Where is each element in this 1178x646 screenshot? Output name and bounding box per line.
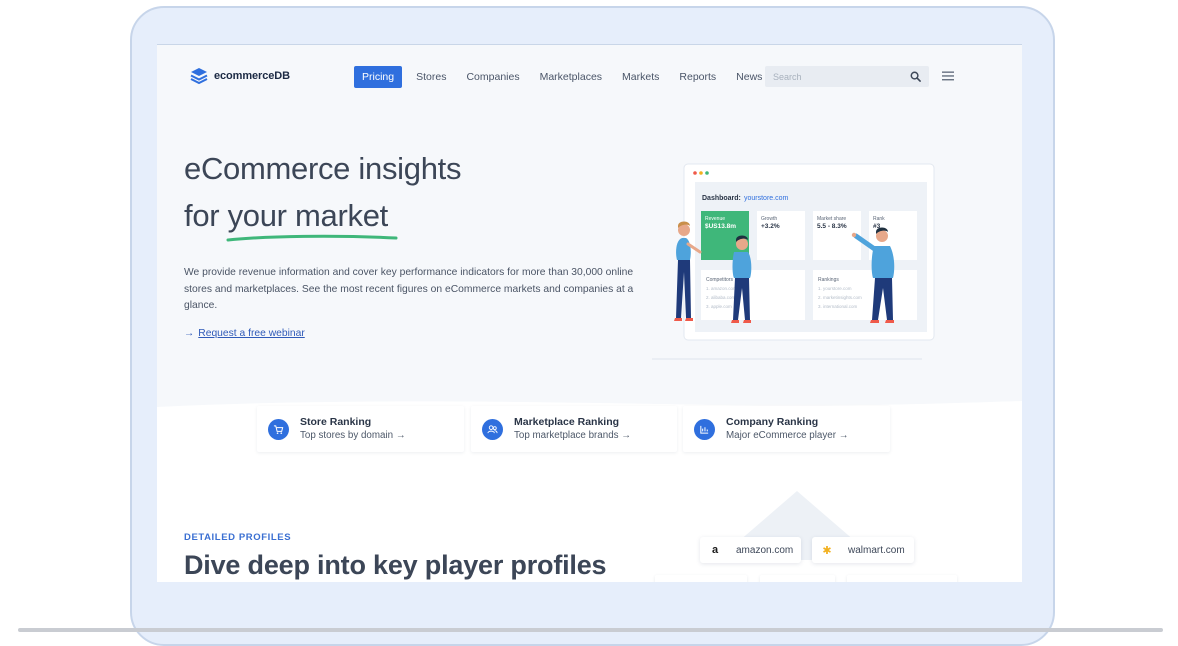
request-webinar-label: Request a free webinar — [198, 328, 305, 339]
dashboard-domain: yourstore.com — [744, 195, 789, 202]
browser-screen: ecommerceDB Pricing Stores Companies Mar… — [157, 44, 1022, 582]
marketplace-ranking-subtitle: Top marketplace brands → — [514, 430, 632, 441]
dashboard-illustration: Dashboard: yourstore.com Revenue $US13.8… — [652, 163, 935, 360]
window-dot-green-icon — [705, 171, 709, 175]
store-ranking-card[interactable]: Store Ranking Top stores by domain → — [257, 406, 464, 452]
brush-underline-icon — [226, 234, 398, 242]
company-ranking-title: Company Ranking — [726, 416, 819, 428]
walmart-logo-icon: ✱ — [822, 544, 832, 557]
window-dot-red-icon — [693, 171, 697, 175]
ecommercedb-logo-icon — [190, 68, 208, 85]
company-ranking-subtitle: Major eCommerce player → — [726, 430, 849, 441]
competitors-label: Competitors — [706, 277, 733, 283]
nav-marketplaces[interactable]: Marketplaces — [540, 71, 602, 83]
dashboard-label: Dashboard: — [702, 195, 741, 202]
request-webinar-link[interactable]: → Request a free webinar — [184, 328, 305, 339]
top-navbar: ecommerceDB Pricing Stores Companies Mar… — [157, 45, 1022, 109]
hero-title-line1: eCommerce insights — [184, 151, 462, 186]
nav-news[interactable]: News — [736, 71, 762, 83]
profile-pill-partial — [847, 575, 957, 582]
ranking-row: 3. international.com — [818, 304, 858, 309]
cart-icon — [268, 418, 289, 440]
window-dot-yellow-icon — [699, 171, 703, 175]
section-title: Dive deep into key player profiles — [184, 550, 607, 580]
users-icon — [482, 418, 503, 440]
profile-pill-partial — [655, 575, 747, 582]
hero-title: eCommerce insights for your market — [184, 145, 462, 242]
search-input[interactable] — [773, 71, 903, 82]
profile-pill-partial — [760, 575, 835, 582]
kpi-revenue-value: $US13.8m — [705, 223, 736, 230]
hamburger-menu-icon[interactable] — [942, 71, 954, 81]
search-icon[interactable] — [910, 71, 921, 82]
kpi-growth-label: Growth — [761, 216, 777, 222]
kpi-market-share-label: Market share — [817, 216, 846, 222]
rankings-label: Rankings — [818, 277, 839, 283]
competitor-row: 2. alibaba.com — [706, 295, 736, 300]
kpi-rank-label: Rank — [873, 216, 885, 222]
nav-links: Pricing Stores Companies Marketplaces Ma… — [354, 66, 782, 88]
marketplace-ranking-card[interactable]: Marketplace Ranking Top marketplace bran… — [471, 406, 677, 452]
ranking-row: 1. yourstore.com — [818, 286, 852, 291]
store-ranking-subtitle: Top stores by domain → — [300, 430, 406, 441]
nav-markets[interactable]: Markets — [622, 71, 659, 83]
hero-title-line2-prefix: for — [184, 198, 228, 233]
nav-stores[interactable]: Stores — [416, 71, 446, 83]
search-box — [765, 66, 929, 87]
ranking-row: 2. marketinsights.com — [818, 295, 862, 300]
kpi-growth-value: +3.2% — [761, 223, 780, 230]
kpi-revenue-label: Revenue — [705, 216, 725, 222]
arrow-right-icon: → — [184, 328, 195, 339]
amazon-profile-pill[interactable]: a amazon.com — [700, 537, 801, 563]
store-ranking-title: Store Ranking — [300, 416, 372, 428]
chart-icon — [694, 418, 715, 440]
kpi-market-share-value: 5.5 - 8.3% — [817, 223, 847, 230]
nav-pricing[interactable]: Pricing — [354, 66, 403, 88]
competitor-row: 1. amazon.com — [706, 286, 737, 291]
brand-logo[interactable]: ecommerceDB — [190, 67, 290, 85]
hero-highlight-text: your market — [227, 198, 389, 233]
section-kicker: DETAILED PROFILES — [184, 532, 292, 543]
company-ranking-card[interactable]: Company Ranking Major eCommerce player → — [683, 406, 890, 452]
competitor-row: 3. apple.com — [706, 304, 732, 309]
brand-name: ecommerceDB — [214, 70, 290, 82]
amazon-logo-icon: a — [711, 544, 719, 556]
hero-title-highlight: your market — [226, 192, 398, 242]
walmart-profile-pill[interactable]: ✱ walmart.com — [812, 537, 914, 563]
laptop-base — [18, 628, 1163, 632]
marketplace-ranking-title: Marketplace Ranking — [514, 416, 620, 428]
hero-description: We provide revenue information and cover… — [184, 267, 634, 311]
walmart-domain: walmart.com — [848, 544, 905, 556]
nav-reports[interactable]: Reports — [679, 71, 716, 83]
nav-companies[interactable]: Companies — [466, 71, 519, 83]
amazon-domain: amazon.com — [736, 544, 794, 556]
